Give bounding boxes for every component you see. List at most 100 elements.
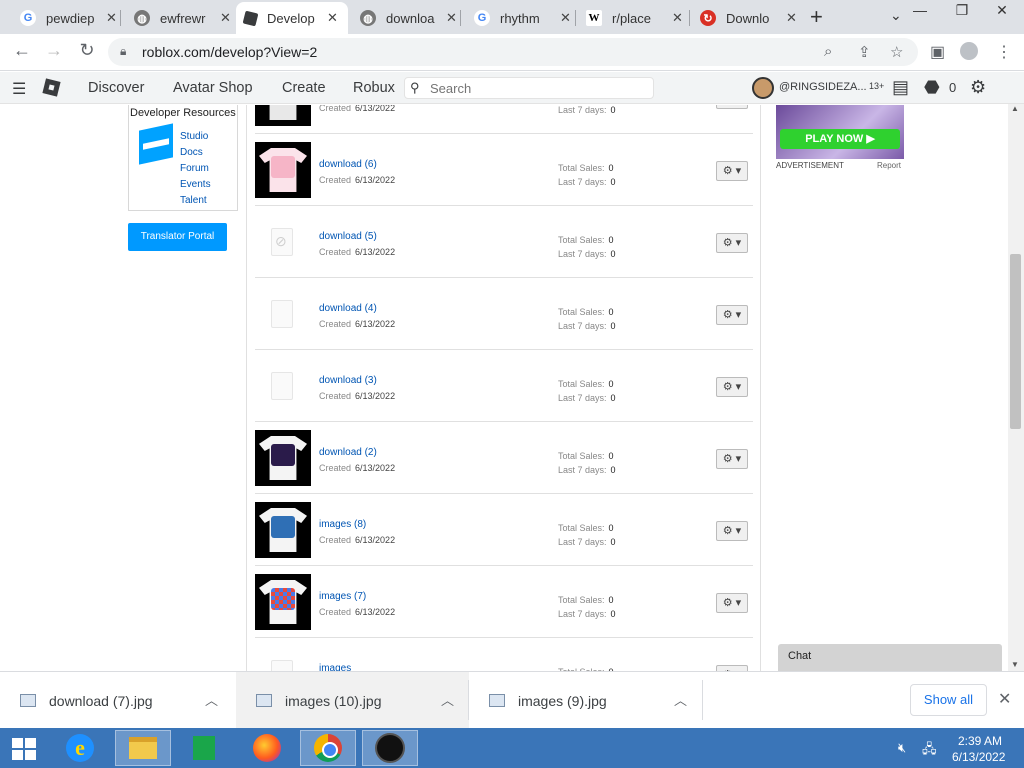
item-thumbnail[interactable] bbox=[255, 502, 311, 558]
username[interactable]: @RINGSIDEZA... bbox=[779, 81, 867, 93]
url-text[interactable]: roblox.com/develop?View=2 bbox=[142, 44, 317, 60]
item-thumbnail[interactable] bbox=[255, 574, 311, 630]
nav-avatar-shop[interactable]: Avatar Shop bbox=[173, 80, 253, 96]
back-arrow-icon[interactable]: ← bbox=[10, 40, 34, 61]
chevron-up-icon[interactable]: ︿ bbox=[441, 690, 454, 709]
store-icon[interactable] bbox=[176, 730, 232, 766]
item-gear-menu-button[interactable]: ⚙ ▾ bbox=[716, 305, 748, 325]
link-forum[interactable]: Forum bbox=[180, 163, 209, 174]
clock-time[interactable]: 2:39 AM bbox=[958, 734, 1002, 748]
download-item[interactable]: images (9).jpg ︿ bbox=[469, 672, 702, 729]
windows-start-icon[interactable] bbox=[12, 738, 36, 760]
close-icon[interactable]: ✕ bbox=[446, 10, 457, 26]
item-gear-menu-button[interactable]: ⚙ ▾ bbox=[716, 233, 748, 253]
zoom-icon[interactable]: ⌕ bbox=[824, 43, 832, 60]
restore-icon[interactable]: ❐ bbox=[942, 2, 982, 19]
side-panel-icon[interactable]: ▣ bbox=[930, 42, 945, 62]
item-thumbnail[interactable] bbox=[255, 105, 311, 126]
file-explorer-icon[interactable] bbox=[115, 730, 171, 766]
close-icon[interactable]: ✕ bbox=[672, 10, 683, 26]
new-tab-plus-icon[interactable]: + bbox=[810, 4, 823, 30]
download-filename[interactable]: download (7).jpg bbox=[49, 693, 153, 709]
chevron-up-icon[interactable]: ︿ bbox=[674, 690, 687, 709]
item-gear-menu-button[interactable]: ⚙ ▾ bbox=[716, 161, 748, 181]
item-gear-menu-button[interactable]: ⚙ ▾ bbox=[716, 521, 748, 541]
browser-tab-develop[interactable]: Develop ✕ bbox=[236, 2, 348, 34]
scroll-down-arrow-icon[interactable]: ▼ bbox=[1011, 660, 1019, 669]
item-name-link[interactable]: images (8) bbox=[319, 519, 366, 530]
page-scrollbar[interactable]: ▲ ▼ bbox=[1008, 104, 1024, 671]
close-download-bar-icon[interactable]: ✕ bbox=[998, 689, 1011, 709]
lock-icon[interactable]: 🔒︎ bbox=[120, 44, 126, 59]
download-filename[interactable]: images (9).jpg bbox=[518, 693, 607, 709]
search-input[interactable] bbox=[430, 80, 630, 96]
browser-tab-pewdiep[interactable]: G pewdiep ✕ bbox=[12, 2, 125, 34]
volume-muted-icon[interactable]: 🔇︎ bbox=[898, 740, 906, 756]
nav-discover[interactable]: Discover bbox=[88, 80, 144, 96]
item-gear-menu-button[interactable]: ⚙ ▾ bbox=[716, 593, 748, 613]
item-thumbnail[interactable] bbox=[255, 430, 311, 486]
link-talent[interactable]: Talent bbox=[180, 195, 207, 206]
close-icon[interactable]: ✕ bbox=[786, 10, 797, 26]
robux-icon[interactable]: ⬣ bbox=[924, 77, 940, 98]
close-icon[interactable]: ✕ bbox=[560, 10, 571, 26]
browser-tab-downlo[interactable]: ↻ Downlo ✕ bbox=[692, 2, 805, 34]
item-name-link[interactable]: download (3) bbox=[319, 375, 377, 386]
browser-tab-ewfrewr[interactable]: ◍ ewfrewr ✕ bbox=[126, 2, 239, 34]
item-name-link[interactable]: images bbox=[319, 663, 351, 671]
scrollbar-thumb[interactable] bbox=[1010, 254, 1021, 429]
bookmark-star-icon[interactable]: ☆ bbox=[890, 43, 903, 61]
browser-tab-downloa[interactable]: ◍ downloa ✕ bbox=[352, 2, 465, 34]
link-events[interactable]: Events bbox=[180, 179, 211, 190]
scroll-up-arrow-icon[interactable]: ▲ bbox=[1011, 104, 1019, 113]
show-all-button[interactable]: Show all bbox=[910, 684, 987, 716]
item-thumbnail[interactable] bbox=[255, 214, 311, 270]
browser-menu-icon[interactable]: ⋮ bbox=[996, 42, 1012, 62]
close-icon[interactable]: ✕ bbox=[327, 10, 338, 26]
browser-tab-rhythm[interactable]: G rhythm ✕ bbox=[466, 2, 579, 34]
item-thumbnail[interactable] bbox=[255, 142, 311, 198]
forward-arrow-icon[interactable]: → bbox=[42, 40, 66, 61]
item-name-link[interactable]: download (2) bbox=[319, 447, 377, 458]
address-bar[interactable]: 🔒︎ roblox.com/develop?View=2 ⌕ ⇪ ☆ bbox=[108, 38, 918, 66]
report-ad-link[interactable]: Report bbox=[877, 161, 901, 170]
download-item[interactable]: images (10).jpg ︿ bbox=[236, 672, 469, 729]
roblox-logo-icon[interactable] bbox=[42, 78, 61, 97]
item-name-link[interactable]: download (4) bbox=[319, 303, 377, 314]
settings-gear-icon[interactable]: ⚙ bbox=[970, 77, 986, 98]
hamburger-menu-icon[interactable]: ☰ bbox=[12, 79, 26, 99]
close-icon[interactable]: ✕ bbox=[106, 10, 117, 26]
translator-portal-button[interactable]: Translator Portal bbox=[128, 223, 227, 251]
chat-bar[interactable]: Chat bbox=[778, 644, 1002, 671]
clock-date[interactable]: 6/13/2022 bbox=[952, 750, 1005, 764]
item-gear-menu-button[interactable]: ⚙ ▾ bbox=[716, 377, 748, 397]
avatar[interactable] bbox=[752, 77, 774, 99]
profile-avatar-icon[interactable] bbox=[960, 42, 978, 60]
item-name-link[interactable]: download (6) bbox=[319, 159, 377, 170]
messages-list-icon[interactable]: ▤ bbox=[892, 77, 909, 98]
window-close-icon[interactable]: ✕ bbox=[982, 2, 1022, 19]
download-filename[interactable]: images (10).jpg bbox=[285, 693, 382, 709]
item-thumbnail[interactable] bbox=[255, 646, 311, 671]
link-docs[interactable]: Docs bbox=[180, 147, 203, 158]
play-now-button[interactable]: PLAY NOW ▶ bbox=[780, 129, 900, 149]
download-item[interactable]: download (7).jpg ︿ bbox=[0, 672, 233, 729]
share-icon[interactable]: ⇪ bbox=[858, 43, 871, 61]
link-studio[interactable]: Studio bbox=[180, 131, 208, 142]
minimize-icon[interactable]: — bbox=[900, 2, 940, 18]
app-icon[interactable] bbox=[362, 730, 418, 766]
chevron-up-icon[interactable]: ︿ bbox=[205, 690, 218, 709]
internet-explorer-icon[interactable]: e bbox=[52, 730, 108, 766]
firefox-icon[interactable] bbox=[239, 730, 295, 766]
reload-icon[interactable]: ↻ bbox=[75, 40, 99, 61]
item-thumbnail[interactable] bbox=[255, 286, 311, 342]
browser-tab-rplace[interactable]: W r/place ✕ bbox=[578, 2, 691, 34]
network-icon[interactable]: 🖧︎ bbox=[922, 740, 937, 762]
item-gear-menu-button[interactable]: ⚙ ▾ bbox=[716, 105, 748, 109]
item-gear-menu-button[interactable]: ⚙ ▾ bbox=[716, 449, 748, 469]
nav-create[interactable]: Create bbox=[282, 80, 326, 96]
item-thumbnail[interactable] bbox=[255, 358, 311, 414]
close-icon[interactable]: ✕ bbox=[220, 10, 231, 26]
chrome-icon[interactable] bbox=[300, 730, 356, 766]
item-name-link[interactable]: download (5) bbox=[319, 231, 377, 242]
